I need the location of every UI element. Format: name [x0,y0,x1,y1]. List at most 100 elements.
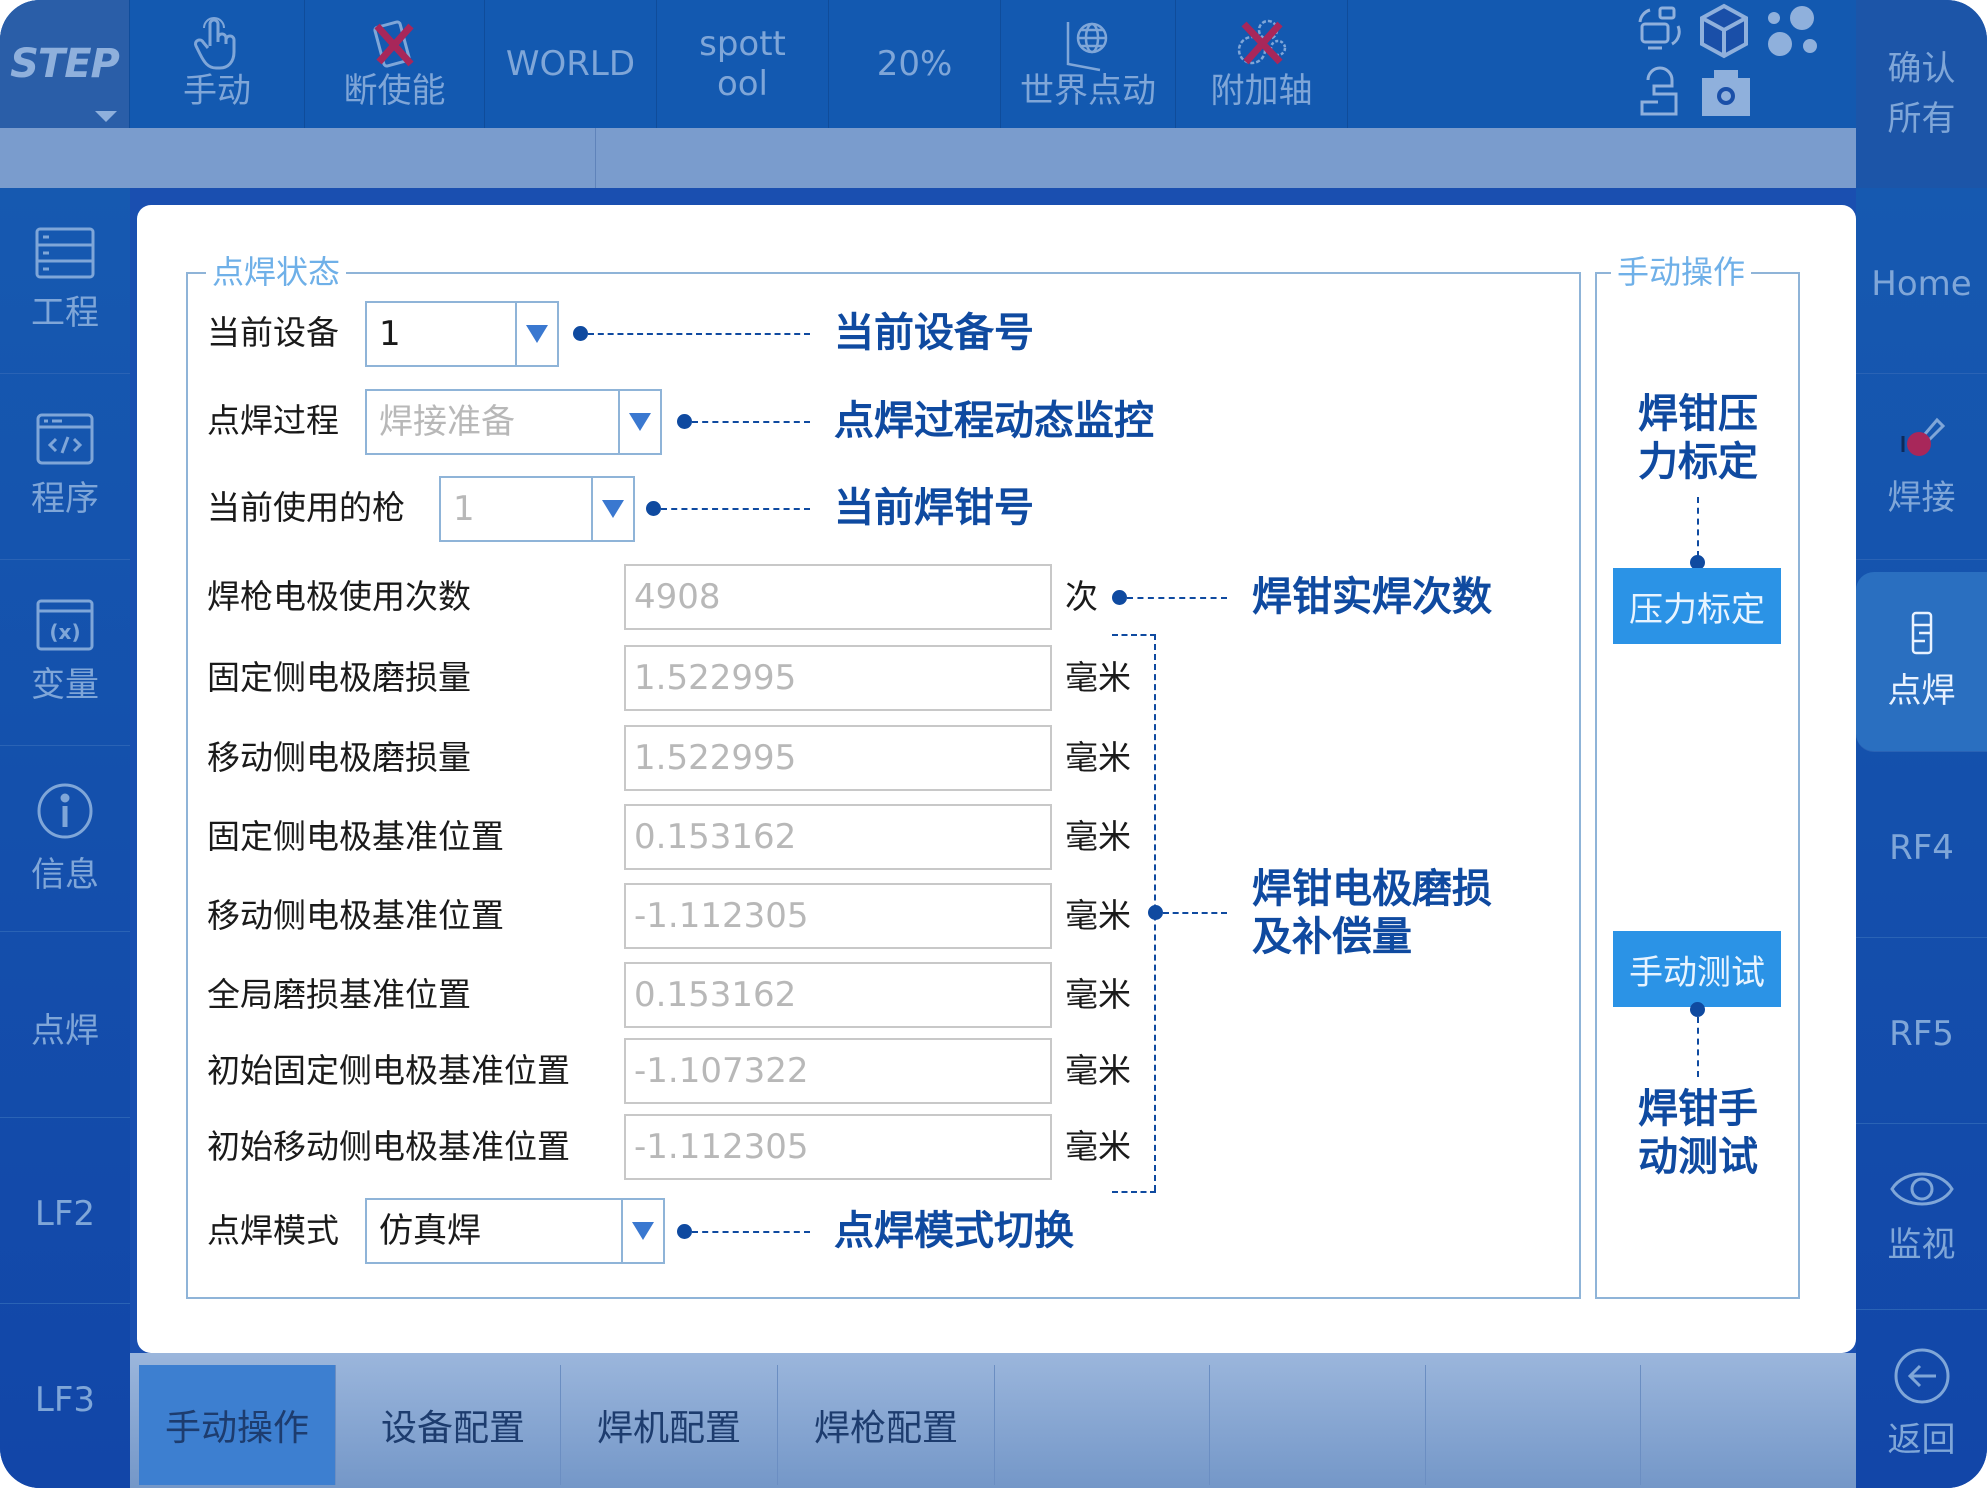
callout-line [1127,597,1227,599]
sidebar-item-lf3[interactable]: LF3 [0,1304,130,1488]
sidebar-item-lf2[interactable]: LF2 [0,1118,130,1304]
sidebar-label: 工程 [31,293,99,333]
variable-icon: (x) [36,599,94,651]
speed-button[interactable]: 20% [829,0,1001,128]
servo-enable-label: 断使能 [343,71,446,111]
callout-dot [1148,905,1163,920]
field-value-input[interactable]: -1.112305 [624,883,1052,949]
sidebar-item-spot-weld[interactable]: 点焊 [0,932,130,1118]
tool-select-button[interactable]: spott ool [657,0,829,128]
dropdown-arrow-icon [632,1222,654,1240]
field-value-input[interactable]: -1.112305 [624,1114,1052,1180]
dropdown-arrow-icon [629,413,651,431]
callout-weld-count: 焊钳实焊次数 [1252,574,1492,620]
current-device-select[interactable]: 1 [365,301,559,367]
world-jog-button[interactable]: 世界点动 [1001,0,1176,128]
field-unit: 毫米 [1065,1127,1131,1166]
tab-empty[interactable] [1426,1365,1641,1485]
weld-process-select[interactable]: 焊接准备 [365,389,662,455]
dropdown-button[interactable] [515,303,557,365]
mode-selector[interactable]: STEP [0,0,130,128]
field-unit: 毫米 [1065,817,1131,856]
substrip-left [0,128,130,188]
manual-mode-button[interactable]: 手动 [130,0,305,128]
field-value-input[interactable]: 1.522995 [624,725,1052,791]
sidebar-item-program[interactable]: 程序 [0,374,130,560]
current-gun-select[interactable]: 1 [439,476,635,542]
field-label: 固定侧电极基准位置 [207,817,504,856]
field-label: 初始移动侧电极基准位置 [207,1127,570,1166]
field-unit: 毫米 [1065,896,1131,935]
field-value-input[interactable]: 0.153162 [624,962,1052,1028]
weld-mode-label: 点焊模式 [207,1211,339,1250]
field-unit: 次 [1065,577,1098,616]
sidebar-label: 变量 [31,665,99,705]
tab-welder-config[interactable]: 焊机配置 [561,1365,778,1485]
app-frame: STEP 手动 断使能 WORLD spott ool 20% 世界点动 附加轴… [0,0,1987,1488]
welding-torch-icon [1901,417,1945,456]
camera-icon [1702,70,1750,116]
program-code-icon [36,413,94,465]
group-title: 手动操作 [1611,252,1752,292]
dropdown-button[interactable] [591,478,633,540]
manual-test-button[interactable]: 手动测试 [1613,931,1781,1007]
callout-current-gun: 当前焊钳号 [834,485,1034,531]
tab-empty[interactable] [1210,1365,1426,1485]
sidebar-item-welding[interactable]: 焊接 [1856,374,1987,560]
servo-enable-button[interactable]: 断使能 [305,0,485,128]
tab-empty[interactable] [995,1365,1210,1485]
callout-line [1697,1017,1699,1077]
field-value-input[interactable]: 0.153162 [624,804,1052,870]
tool-select-label: spott ool [699,24,786,104]
field-label: 初始固定侧电极基准位置 [207,1051,570,1090]
world-jog-icon [1060,17,1116,72]
field-label: 焊枪电极使用次数 [207,577,471,616]
confirm-all-button[interactable]: 确认 所有 [1856,0,1987,188]
sidebar-item-spot-weld-active[interactable]: 点焊 [1856,572,1987,752]
callout-dot [677,414,692,429]
hand-pointer-icon [192,17,242,71]
callout-current-device: 当前设备号 [834,310,1034,356]
field-label: 移动侧电极磨损量 [207,738,471,777]
tab-manual-operation[interactable]: 手动操作 [139,1365,336,1485]
field-value-input[interactable]: 1.522995 [624,645,1052,711]
dropdown-button[interactable] [621,1200,663,1262]
current-device-label: 当前设备 [207,313,339,352]
sidebar-item-back[interactable]: 返回 [1856,1310,1987,1488]
robot-connect-icon [1638,6,1681,50]
tab-empty[interactable] [1641,1365,1856,1485]
dropdown-button[interactable] [618,391,660,453]
external-axis-label: 附加轴 [1210,71,1313,111]
sidebar-label: Home [1871,263,1972,304]
info-icon [37,783,93,839]
weld-mode-select[interactable]: 仿真焊 [365,1198,665,1264]
manual-mode-label: 手动 [183,71,251,111]
sidebar-item-rf4[interactable]: RF4 [1856,752,1987,938]
pressure-calibration-button[interactable]: 压力标定 [1613,568,1781,644]
sidebar-item-rf5[interactable]: RF5 [1856,938,1987,1124]
sidebar-label: 点焊 [1887,671,1956,711]
right-sidebar: Home 焊接 点焊 RF4 RF5 监视 返回 [1856,188,1987,1488]
mode-label: STEP [10,41,120,87]
dots-icon [1768,6,1817,56]
tab-gun-config[interactable]: 焊枪配置 [778,1365,995,1485]
field-value-input[interactable]: 4908 [624,564,1052,630]
external-axis-button[interactable]: 附加轴 [1176,0,1348,128]
current-device-value: 1 [379,314,401,354]
callout-process-monitor: 点焊过程动态监控 [834,398,1154,444]
eye-icon [1889,1172,1954,1206]
sidebar-item-monitor[interactable]: 监视 [1856,1124,1987,1310]
bracket-bottom [1112,1191,1156,1193]
tab-device-config[interactable]: 设备配置 [346,1365,561,1485]
dropdown-arrow-icon [526,325,548,343]
sidebar-item-home[interactable]: Home [1856,188,1987,374]
sidebar-label: RF4 [1889,827,1954,868]
bracket-top [1112,634,1156,636]
sidebar-item-info[interactable]: 信息 [0,746,130,932]
callout-line [692,1231,810,1233]
sidebar-item-variables[interactable]: (x) 变量 [0,560,130,746]
sidebar-item-project[interactable]: 工程 [0,188,130,374]
field-value-input[interactable]: -1.107322 [624,1038,1052,1104]
cube-icon [1700,3,1748,59]
coordinate-system-button[interactable]: WORLD [485,0,657,128]
